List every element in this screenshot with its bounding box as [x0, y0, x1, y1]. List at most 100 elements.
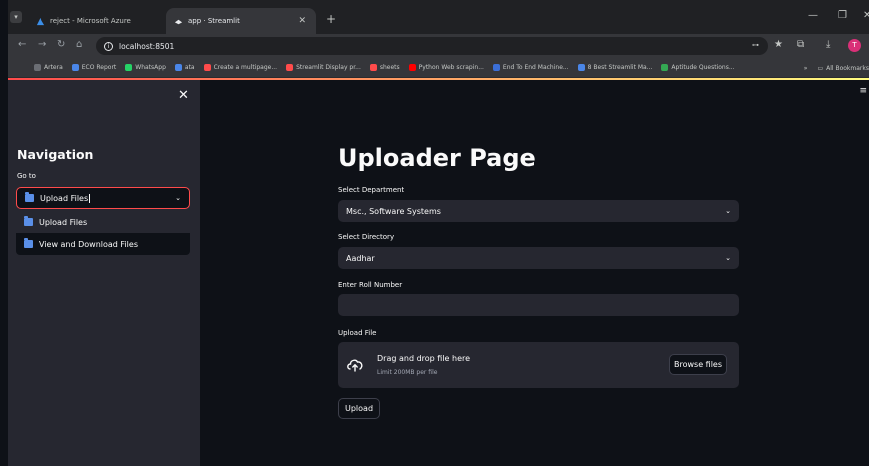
upload-button[interactable]: Upload: [338, 398, 380, 419]
tab-strip: ▾ reject - Microsoft Azure ✕ app · Strea…: [8, 0, 869, 34]
page-selectbox[interactable]: Upload Files ⌄: [16, 187, 190, 209]
sidebar: ✕ Navigation Go to Upload Files ⌄ Upload…: [8, 80, 200, 466]
minimize-icon[interactable]: —: [808, 10, 818, 21]
bookmark-favicon-icon: [286, 64, 294, 71]
tab-title: reject - Microsoft Azure: [50, 17, 131, 25]
bookmark-item[interactable]: WhatsApp: [125, 64, 166, 71]
home-icon[interactable]: ⌂: [76, 39, 82, 50]
tab-search-button[interactable]: ▾: [10, 11, 22, 23]
goto-label: Go to: [17, 172, 36, 180]
roll-number-label: Enter Roll Number: [338, 281, 403, 289]
bookmark-item[interactable]: Python Web scrapin...: [408, 64, 484, 71]
upload-file-label: Upload File: [338, 329, 377, 337]
bookmark-favicon-icon: [492, 64, 500, 71]
bookmark-label: End To End Machine...: [502, 64, 569, 71]
bookmark-label: Artera: [44, 64, 63, 71]
chevron-down-icon[interactable]: ⌄: [725, 254, 731, 262]
folder-icon: [24, 216, 33, 226]
download-icon[interactable]: ⤓: [826, 39, 830, 50]
sidebar-title: Navigation: [17, 147, 94, 162]
bookmark-item[interactable]: End To End Machine...: [492, 64, 569, 71]
bookmark-item[interactable]: 8 Best Streamlit Ma...: [577, 64, 653, 71]
bookmark-label: ata: [184, 64, 195, 71]
streamlit-icon: [174, 19, 183, 24]
bookmark-label: 8 Best Streamlit Ma...: [587, 64, 653, 71]
bookmark-item[interactable]: ECO Report: [71, 64, 117, 71]
dropdown-option-upload-files[interactable]: Upload Files: [16, 211, 190, 233]
close-window-icon[interactable]: ✕: [863, 10, 869, 21]
bookmark-item[interactable]: ata: [174, 64, 195, 71]
tab-title: app · Streamlit: [188, 17, 240, 25]
main-content: ≡ Uploader Page Select Department Msc., …: [200, 80, 869, 466]
bookmark-favicon-icon: [408, 64, 416, 71]
password-key-icon[interactable]: ⊶: [752, 41, 759, 49]
bookmark-favicon-icon: [125, 64, 133, 71]
dropdown-option-view-download[interactable]: View and Download Files: [16, 233, 190, 255]
browser-tab-streamlit[interactable]: app · Streamlit ✕: [166, 8, 316, 34]
browse-files-button[interactable]: Browse files: [669, 354, 727, 375]
bookmark-label: WhatsApp: [135, 64, 166, 71]
directory-label: Select Directory: [338, 233, 395, 241]
back-icon[interactable]: ←: [18, 39, 26, 50]
page-title: Uploader Page: [338, 144, 536, 172]
new-tab-button[interactable]: +: [326, 12, 336, 26]
bookmark-label: Aptitude Questions...: [671, 64, 735, 71]
roll-number-input[interactable]: [338, 294, 739, 316]
bookmark-label: Create a multipage...: [213, 64, 278, 71]
bookmark-favicon-icon: [661, 64, 669, 71]
extensions-icon[interactable]: ⧉: [797, 39, 804, 50]
option-label: View and Download Files: [39, 239, 138, 249]
maximize-icon[interactable]: ❐: [838, 10, 847, 21]
url-text: localhost:8501: [119, 41, 175, 51]
bookmark-label: Python Web scrapin...: [418, 64, 484, 71]
bookmark-item[interactable]: Create a multipage...: [203, 64, 278, 71]
main-menu-icon[interactable]: ≡: [859, 86, 867, 96]
browser-toolbar: ← → ↻ ⌂ i localhost:8501 ⊶ ★ ⧉ ⤓ T: [8, 34, 869, 58]
folder-icon: ▭: [817, 64, 824, 72]
bookmark-favicon-icon: [174, 64, 182, 71]
bookmark-favicon-icon: [71, 64, 79, 71]
file-size-limit: Limit 200MB per file: [377, 369, 438, 376]
department-label: Select Department: [338, 186, 405, 194]
bookmark-favicon-icon: [577, 64, 585, 71]
cloud-upload-icon: [347, 359, 363, 372]
dropzone-instructions: Drag and drop file here: [377, 354, 471, 363]
selectbox-value: Upload Files: [40, 193, 89, 203]
bookmark-item[interactable]: sheets: [369, 64, 400, 71]
profile-avatar[interactable]: T: [848, 39, 861, 52]
browser-window: ▾ reject - Microsoft Azure ✕ app · Strea…: [8, 0, 869, 466]
all-bookmarks-label: All Bookmarks: [826, 64, 869, 72]
folder-icon: [24, 238, 33, 248]
department-select[interactable]: Msc., Software Systems ⌄: [338, 200, 739, 222]
reload-icon[interactable]: ↻: [57, 39, 65, 50]
address-bar[interactable]: i localhost:8501: [96, 37, 768, 55]
directory-select[interactable]: Aadhar ⌄: [338, 247, 739, 269]
site-info-icon[interactable]: i: [104, 41, 113, 51]
bookmarks-bar: Artera ECO Report WhatsApp ata Create a mult…: [8, 58, 869, 78]
azure-icon: [36, 17, 45, 25]
file-dropzone[interactable]: Drag and drop file here Limit 200MB per …: [338, 342, 739, 388]
bookmark-label: ECO Report: [81, 64, 117, 71]
forward-icon[interactable]: →: [38, 39, 46, 50]
selectbox-dropdown: Upload Files View and Download Files: [16, 211, 190, 255]
chevron-down-icon[interactable]: ⌄: [725, 207, 731, 215]
department-value: Msc., Software Systems: [346, 206, 441, 216]
close-sidebar-icon[interactable]: ✕: [178, 88, 189, 103]
bookmark-item[interactable]: Artera: [34, 64, 63, 71]
bookmark-item[interactable]: Aptitude Questions...: [661, 64, 735, 71]
option-label: Upload Files: [39, 217, 88, 227]
bookmark-item[interactable]: Streamlit Display pr...: [286, 64, 361, 71]
more-bookmarks-icon[interactable]: »: [804, 65, 808, 72]
close-icon[interactable]: ✕: [298, 16, 306, 26]
chevron-down-icon[interactable]: ⌄: [175, 194, 181, 202]
bookmark-favicon-icon: [34, 64, 41, 71]
text-cursor: [89, 193, 91, 203]
bookmark-label: sheets: [379, 64, 400, 71]
bookmark-label: Streamlit Display pr...: [296, 64, 361, 71]
directory-value: Aadhar: [346, 253, 375, 263]
bookmark-star-icon[interactable]: ★: [774, 39, 783, 50]
folder-icon: [25, 192, 34, 202]
bookmark-favicon-icon: [369, 64, 377, 71]
all-bookmarks-button[interactable]: » ▭ All Bookmarks: [797, 58, 869, 77]
bookmark-favicon-icon: [203, 64, 211, 71]
